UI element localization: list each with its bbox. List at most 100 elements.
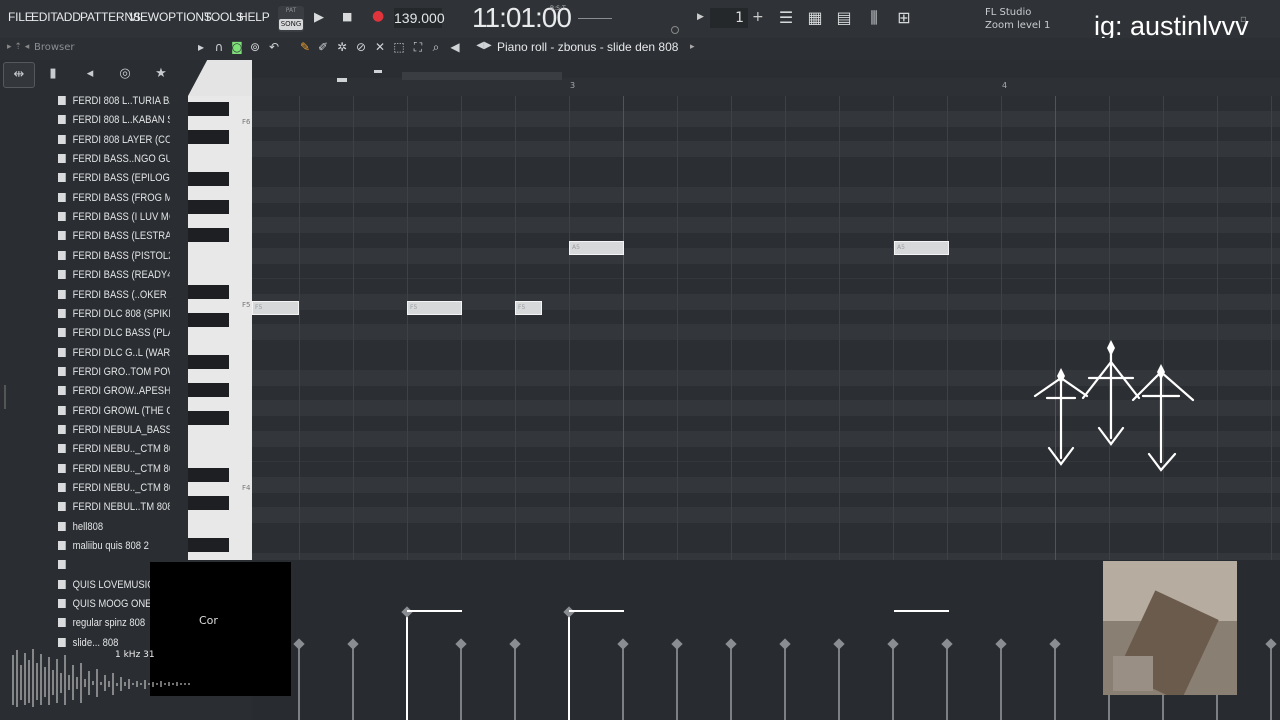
black-key[interactable] [188, 468, 229, 482]
black-key[interactable] [188, 102, 229, 116]
browser-file-item[interactable]: FERDI BASS..NGO GUITAR) [58, 150, 170, 169]
velocity-handle[interactable] [833, 638, 845, 650]
black-key[interactable] [188, 228, 229, 242]
browser-file-item[interactable]: FERDI BASS (I LUV MONEY) [58, 208, 170, 227]
browser-file-item[interactable]: FERDI NEBUL..TM 808 #14 [58, 498, 170, 517]
black-key[interactable] [188, 355, 229, 369]
playlist-icon[interactable]: ☰ [776, 8, 796, 28]
velocity-handle[interactable] [1265, 638, 1277, 650]
browser-file-item[interactable]: FERDI BASS (..OKER SUB 1) [58, 286, 170, 305]
browser-all-tab[interactable]: ⇹ [3, 62, 35, 88]
menu-view[interactable]: VIEW [129, 10, 159, 24]
velocity-stem[interactable] [514, 642, 516, 720]
slice-icon[interactable]: ✕ [372, 40, 388, 54]
black-key[interactable] [188, 411, 229, 425]
velocity-stem[interactable] [838, 642, 840, 720]
velocity-handle[interactable] [563, 606, 575, 618]
velocity-handle[interactable] [1049, 638, 1061, 650]
piano-roll-icon[interactable]: ▦ [805, 8, 825, 28]
channel-rack-icon[interactable]: ▤ [834, 8, 854, 28]
master-pitch-slider[interactable] [578, 18, 612, 19]
velocity-handle[interactable] [941, 638, 953, 650]
magnet-icon[interactable]: ∩ [211, 40, 227, 54]
browser-file-item[interactable]: FERDI DLC BASS (PLASTIC) [58, 324, 170, 343]
velocity-stem[interactable] [568, 610, 570, 720]
piano-keyboard[interactable]: F6 F5 F4 [188, 96, 252, 560]
pencil-icon[interactable]: ✎ [297, 40, 313, 54]
black-key[interactable] [188, 285, 229, 299]
velocity-handle[interactable] [509, 638, 521, 650]
velocity-handle[interactable] [779, 638, 791, 650]
browser-file-item[interactable]: FERDI DLC 808 (SPIKEY 3) [58, 305, 170, 324]
browser-file-item[interactable]: FERDI 808 L..TURIA BASS+) [58, 92, 170, 111]
browser-file-item[interactable]: FERDI GROW..APESHIFTER) [58, 382, 170, 401]
browser-file-item[interactable]: FERDI BASS (PISTOL2) [58, 247, 170, 266]
browser-file-item[interactable]: FERDI 808 LAYER (COOK) [58, 131, 170, 150]
fullscreen-icon[interactable]: ⛶ [410, 40, 426, 55]
select-icon[interactable]: ⬚ [391, 40, 407, 54]
timeline-ruler[interactable] [252, 70, 1280, 96]
tempo-display[interactable]: 139.000 [394, 8, 445, 28]
menu-help[interactable]: HELP [239, 10, 270, 24]
add-pattern-button[interactable]: + [752, 9, 764, 25]
note[interactable]: F5 [515, 301, 542, 315]
speaker-icon[interactable]: ◀ [447, 40, 463, 54]
mute-icon[interactable]: ⊘ [353, 40, 369, 54]
velocity-stem[interactable] [1000, 642, 1002, 720]
browser-file-item[interactable]: FERDI BASS (READY4WAR) [58, 266, 170, 285]
velocity-stem[interactable] [352, 642, 354, 720]
undo-icon[interactable]: ↶ [266, 40, 282, 54]
velocity-handle[interactable] [725, 638, 737, 650]
browser-plugins-icon[interactable]: ◂ [75, 62, 105, 86]
browser-arrow-icon[interactable]: ▸ ⇡ ◂ [7, 42, 29, 52]
browser-scrollbar[interactable] [4, 385, 6, 409]
master-volume-knob[interactable] [671, 26, 679, 34]
velocity-stem[interactable] [784, 642, 786, 720]
zoom-icon[interactable]: ⌕ [428, 40, 444, 55]
black-key[interactable] [188, 172, 229, 186]
play-button[interactable]: ▶ [314, 10, 324, 25]
velocity-handle[interactable] [617, 638, 629, 650]
black-key[interactable] [188, 538, 229, 552]
velocity-stem[interactable] [892, 642, 894, 720]
ruler-handle[interactable] [374, 70, 382, 73]
black-key[interactable] [188, 130, 229, 144]
record-button[interactable]: ● [372, 8, 384, 24]
browser-files-icon[interactable]: ▮ [38, 62, 68, 86]
black-key[interactable] [188, 383, 229, 397]
browser-favorites-icon[interactable]: ★ [146, 62, 176, 86]
browser-file-item[interactable]: FERDI NEBU.._CTM 808 #3 [58, 440, 170, 459]
velocity-stem[interactable] [946, 642, 948, 720]
velocity-stem[interactable] [1270, 642, 1272, 720]
velocity-stem[interactable] [406, 610, 408, 720]
black-key[interactable] [188, 496, 229, 510]
velocity-stem[interactable] [730, 642, 732, 720]
browser-file-item[interactable]: FERDI DLC G..L (WARZONE) [58, 344, 170, 363]
piano-roll-menu-arrow-icon[interactable]: ▸ [193, 40, 209, 54]
velocity-handle[interactable] [887, 638, 899, 650]
window-close-icon[interactable]: ▫ [1240, 14, 1247, 25]
browser-file-item[interactable]: FERDI BASS (LESTRANGE2) [58, 227, 170, 246]
velocity-stem[interactable] [460, 642, 462, 720]
browser-file-item[interactable]: FERDI BASS (FROG MOOG) [58, 189, 170, 208]
velocity-handle[interactable] [455, 638, 467, 650]
browser-file-item[interactable]: FERDI 808 L..KABAN SWAG) [58, 111, 170, 130]
stamp-icon[interactable]: ⊚ [247, 40, 263, 54]
note[interactable]: F5 [407, 301, 462, 315]
menu-tools[interactable]: TOOLS [204, 10, 244, 24]
black-key[interactable] [188, 200, 229, 214]
velocity-handle[interactable] [293, 638, 305, 650]
song-mode-label[interactable]: SONG [279, 19, 303, 30]
velocity-stem[interactable] [622, 642, 624, 720]
browser-file-item[interactable]: FERDI NEBULA_BASS #7 [58, 421, 170, 440]
browser-file-item[interactable]: FERDI NEBU.._CTM 808 #5 [58, 460, 170, 479]
delete-icon[interactable]: ✲ [334, 40, 350, 54]
snap-icon[interactable]: ◙ [229, 40, 245, 54]
note[interactable]: A5 [569, 241, 624, 255]
note[interactable]: F5 [252, 301, 299, 315]
brush-icon[interactable]: ✐ [315, 40, 331, 54]
piano-roll-options-icon[interactable]: ◀▶ [476, 40, 492, 51]
menu-edit[interactable]: EDIT [31, 10, 58, 24]
velocity-handle[interactable] [347, 638, 359, 650]
plugin-picker-icon[interactable]: ⊞ [894, 8, 914, 28]
